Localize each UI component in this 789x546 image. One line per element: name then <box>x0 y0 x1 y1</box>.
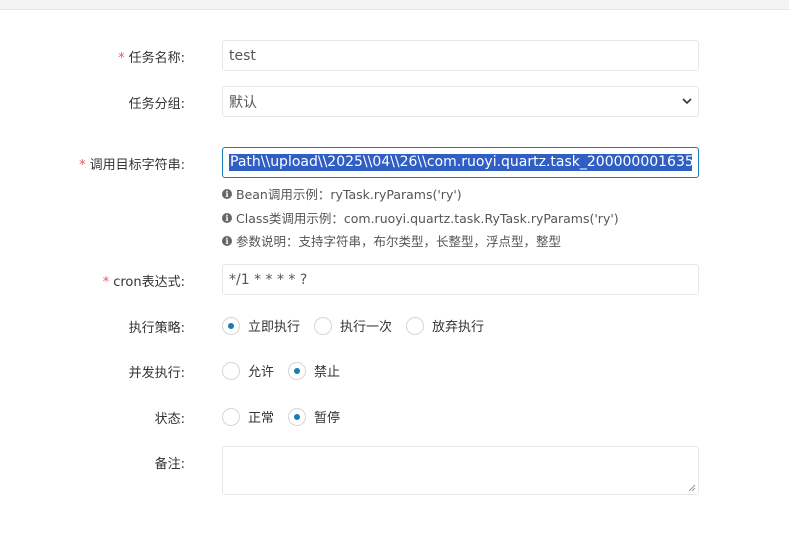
remark-textarea[interactable] <box>222 446 699 495</box>
radio-circle-checked[interactable] <box>222 316 240 335</box>
invoke-target-label: * 调用目标字符串: <box>79 154 185 173</box>
top-bar <box>0 0 789 10</box>
task-group-value: 默认 <box>229 94 257 111</box>
info-icon: i <box>222 188 232 199</box>
radio-label: 允许 <box>248 365 275 380</box>
concurrent-row: 并发执行: 允许 禁止 <box>0 361 789 381</box>
required-mark: * <box>118 51 125 66</box>
help-class-example: i Class类调用示例：com.ruoyi.quartz.task.RyTask… <box>222 208 619 227</box>
task-group-label: 任务分组: <box>128 97 185 112</box>
status-radio-group: 正常 暂停 <box>222 407 354 426</box>
help-bean-example: i Bean调用示例：ryTask.ryParams('ry') <box>222 184 462 203</box>
resize-grip-icon[interactable] <box>688 484 696 492</box>
required-mark: * <box>79 158 86 173</box>
task-name-row: * 任务名称: test <box>0 40 789 71</box>
remark-row: 备注: <box>0 446 789 495</box>
concurrent-radio-group: 允许 禁止 <box>222 361 354 380</box>
radio-abandon[interactable]: 放弃执行 <box>406 316 484 335</box>
radio-circle-checked[interactable] <box>288 407 307 426</box>
radio-label: 禁止 <box>314 365 341 380</box>
radio-label: 立即执行 <box>248 320 301 335</box>
radio-circle[interactable] <box>222 361 240 380</box>
cron-label-text: cron表达式: <box>113 275 185 290</box>
task-name-input[interactable]: test <box>222 40 699 71</box>
radio-label: 执行一次 <box>340 320 393 335</box>
chevron-down-icon <box>682 98 692 105</box>
radio-circle-checked[interactable] <box>288 361 307 380</box>
invoke-target-input[interactable]: Path\\upload\\2025\\04\\26\\com.ruoyi.qu… <box>222 147 699 178</box>
help-text: 参数说明：支持字符串，布尔类型，长整型，浮点型，整型 <box>236 234 562 249</box>
task-name-value: test <box>229 47 256 64</box>
invoke-target-label-text: 调用目标字符串: <box>89 158 185 173</box>
cron-row: * cron表达式: */1 * * * * ? <box>0 264 789 295</box>
cron-input[interactable]: */1 * * * * ? <box>222 264 699 295</box>
radio-label: 暂停 <box>314 411 341 426</box>
info-icon: i <box>222 235 232 246</box>
info-icon: i <box>222 212 232 223</box>
radio-paused[interactable]: 暂停 <box>288 407 340 426</box>
status-label: 状态: <box>154 412 185 427</box>
misfire-policy-label: 执行策略: <box>128 321 185 336</box>
status-row: 状态: 正常 暂停 <box>0 407 789 427</box>
task-group-row: 任务分组: 默认 <box>0 86 789 117</box>
radio-once[interactable]: 执行一次 <box>314 316 392 335</box>
task-group-select[interactable]: 默认 <box>222 86 699 117</box>
radio-circle[interactable] <box>406 316 425 335</box>
radio-circle[interactable] <box>314 316 333 335</box>
remark-label: 备注: <box>154 457 185 472</box>
misfire-policy-row: 执行策略: 立即执行 执行一次 放弃执行 <box>0 316 789 336</box>
misfire-policy-radio-group: 立即执行 执行一次 放弃执行 <box>222 316 498 335</box>
task-name-label-text: 任务名称: <box>128 51 185 66</box>
cron-label: * cron表达式: <box>103 271 185 290</box>
cron-value: */1 * * * * ? <box>229 271 308 288</box>
radio-label: 正常 <box>248 411 275 426</box>
help-text: Class类调用示例：com.ruoyi.quartz.task.RyTask.… <box>236 211 619 226</box>
required-mark: * <box>102 275 110 290</box>
invoke-target-value: Path\\upload\\2025\\04\\26\\com.ruoyi.qu… <box>229 154 692 171</box>
radio-circle[interactable] <box>222 407 240 426</box>
help-text: Bean调用示例：ryTask.ryParams('ry') <box>236 187 462 202</box>
radio-normal[interactable]: 正常 <box>222 407 274 426</box>
radio-forbid[interactable]: 禁止 <box>288 361 340 380</box>
invoke-target-row: * 调用目标字符串: Path\\upload\\2025\\04\\26\\co… <box>0 147 789 178</box>
radio-immediate[interactable]: 立即执行 <box>222 316 300 335</box>
concurrent-label: 并发执行: <box>128 366 185 381</box>
radio-label: 放弃执行 <box>432 320 485 335</box>
help-param-description: i 参数说明：支持字符串，布尔类型，长整型，浮点型，整型 <box>222 231 561 250</box>
task-name-label: * 任务名称: <box>118 47 185 66</box>
radio-allow[interactable]: 允许 <box>222 361 274 380</box>
